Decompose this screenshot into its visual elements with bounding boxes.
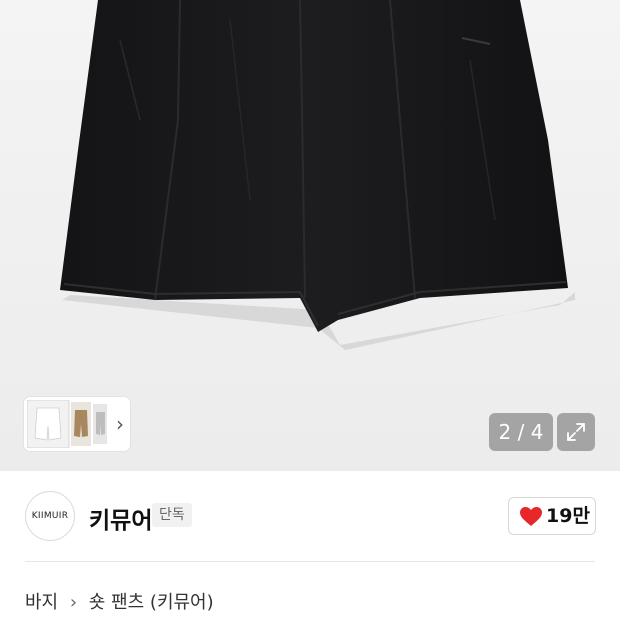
like-count: 19만 [546, 505, 590, 527]
breadcrumb-item-subcategory[interactable]: 숏 팬츠 (키뮤어) [89, 592, 214, 613]
breadcrumb-item-category[interactable]: 바지 [25, 592, 58, 613]
exclusive-badge: 단독 [152, 503, 192, 527]
chevron-right-icon: › [69, 592, 78, 613]
image-counter: 2 / 4 [489, 413, 553, 451]
brand-name[interactable]: 키뮤어 [89, 501, 152, 535]
expand-icon [567, 423, 585, 441]
expand-button[interactable] [557, 413, 595, 451]
breadcrumb: 바지 › 숏 팬츠 (키뮤어) [25, 588, 214, 614]
brand-logo[interactable]: KIIMUIR [25, 491, 75, 541]
divider [25, 561, 595, 562]
like-button[interactable]: 19만 [508, 497, 596, 535]
product-image-gallery[interactable]: › 2 / 4 [0, 0, 620, 471]
thumbnail-image[interactable] [27, 400, 107, 448]
chevron-right-icon[interactable]: › [116, 397, 124, 451]
heart-icon [520, 507, 542, 526]
thumbnail-strip[interactable]: › [24, 397, 130, 451]
